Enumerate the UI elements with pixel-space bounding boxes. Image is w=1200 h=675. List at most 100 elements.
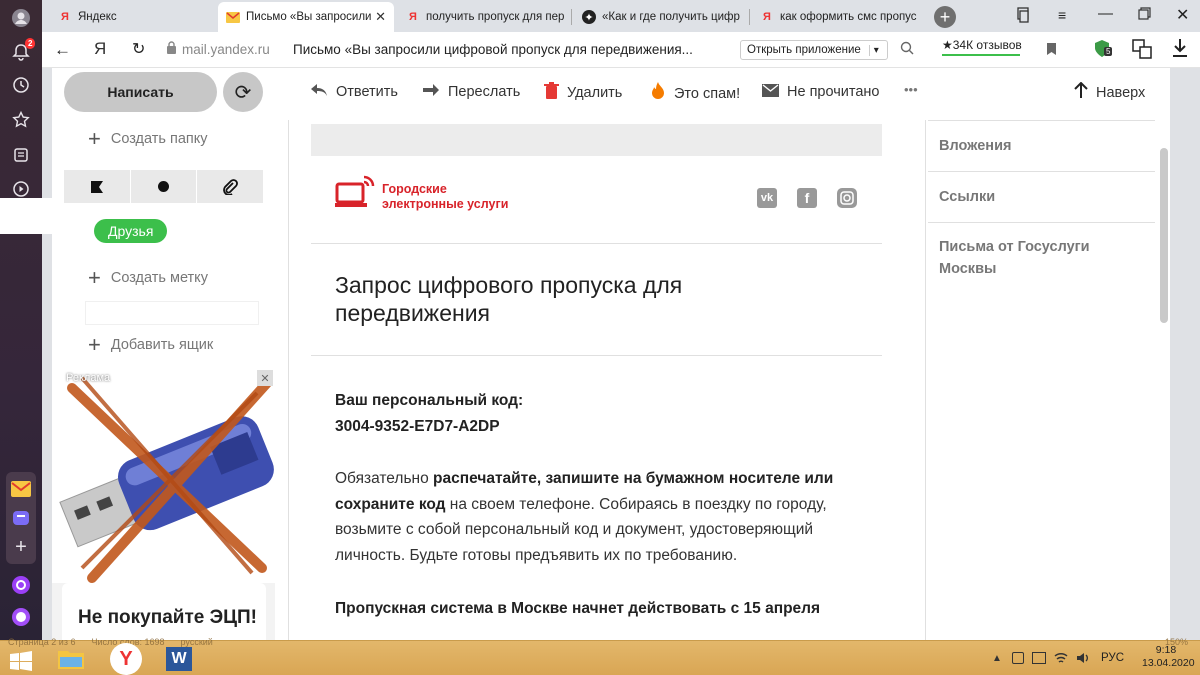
star-icon[interactable] xyxy=(9,108,33,132)
attachment-filter-button[interactable] xyxy=(197,170,263,203)
tab-label: получить пропуск для пер xyxy=(426,11,565,23)
dot-icon xyxy=(158,181,169,192)
unread-filter-button[interactable] xyxy=(131,170,198,203)
attachments-link[interactable]: Вложения xyxy=(939,135,1011,157)
envelope-icon xyxy=(762,82,779,102)
links-link[interactable]: Ссылки xyxy=(939,186,995,208)
new-tab-icon[interactable]: + xyxy=(934,6,956,28)
arrow-up-icon xyxy=(1074,81,1088,103)
sender-letters-link[interactable]: Письма от Госуслуги Москвы xyxy=(939,236,1129,280)
restore-icon[interactable] xyxy=(1138,7,1151,23)
ad-block[interactable]: Реклама ✕ Не покупайте ЭЦП! xyxy=(52,368,275,640)
network-icon[interactable] xyxy=(1032,652,1046,664)
tab-search-2[interactable]: Я как оформить смс пропус xyxy=(752,2,924,32)
yandex-favicon: Я xyxy=(61,11,69,23)
download-icon[interactable] xyxy=(1172,38,1188,61)
code-value[interactable]: 3004-9352-E7D7-A2DP xyxy=(335,414,500,440)
tab-label: Яндекс xyxy=(78,11,117,23)
clock[interactable]: 9:18 13.04.2020 xyxy=(1142,644,1195,670)
add-app-icon[interactable]: + xyxy=(9,535,33,559)
word-icon[interactable]: W xyxy=(166,647,192,671)
tab-manager-icon[interactable] xyxy=(1016,7,1030,26)
spam-button[interactable]: Это спам! xyxy=(650,82,740,105)
reviews-rating-bar xyxy=(942,54,1020,56)
divider xyxy=(311,355,882,356)
delete-button[interactable]: Удалить xyxy=(544,82,622,104)
more-actions-button[interactable]: ••• xyxy=(904,82,918,97)
tab-yandex[interactable]: Я Яндекс xyxy=(50,2,218,32)
forward-label: Переслать xyxy=(448,84,521,100)
tab-strip: Я Яндекс Письмо «Вы запросили ✕ Я получи… xyxy=(42,0,1200,32)
create-label-link[interactable]: + Создать метку xyxy=(88,265,208,291)
brand-name: Городские электронные услуги xyxy=(382,182,509,211)
keyboard-language[interactable]: РУС xyxy=(1101,652,1124,664)
search-zoom-icon[interactable] xyxy=(900,41,914,58)
brand-logo-icon xyxy=(335,175,375,216)
file-explorer-icon[interactable] xyxy=(58,647,84,672)
protect-extension-icon[interactable]: 5 xyxy=(1094,39,1116,62)
open-app-button[interactable]: Открыть приложение ▾ xyxy=(740,40,888,60)
page-title[interactable]: Письмо «Вы запросили цифровой пропуск дл… xyxy=(293,42,693,57)
tray-app-icon[interactable] xyxy=(1012,652,1024,664)
delete-label: Удалить xyxy=(567,85,623,101)
reply-button[interactable]: Ответить xyxy=(310,82,398,102)
bell-icon[interactable]: 2 xyxy=(9,38,36,64)
mark-unread-button[interactable]: Не прочитано xyxy=(762,82,880,102)
reviews-badge[interactable]: ★34К отзывов xyxy=(942,38,1022,52)
tab-mail-active[interactable]: Письмо «Вы запросили ✕ xyxy=(218,2,394,32)
create-folder-link[interactable]: + Создать папку xyxy=(88,126,208,152)
reply-label: Ответить xyxy=(336,84,398,100)
label-friends[interactable]: Друзья xyxy=(94,219,168,243)
translate-extension-icon[interactable] xyxy=(1132,39,1152,62)
url-domain[interactable]: mail.yandex.ru xyxy=(182,42,270,57)
flag-filter-button[interactable] xyxy=(64,170,131,203)
minimize-icon[interactable]: — xyxy=(1098,5,1113,22)
fire-icon xyxy=(650,82,666,105)
divider xyxy=(928,222,1155,223)
alice-icon[interactable] xyxy=(9,573,33,597)
reload-icon[interactable]: ↻ xyxy=(132,39,145,59)
add-mailbox-link[interactable]: + Добавить ящик xyxy=(88,332,213,358)
tray-expand-icon[interactable]: ▲ xyxy=(992,653,1002,664)
yandex-home-icon[interactable]: Я xyxy=(94,39,106,59)
forward-icon xyxy=(422,82,440,102)
wifi-icon[interactable] xyxy=(1054,651,1068,668)
bookmark-icon[interactable] xyxy=(1046,42,1057,59)
messenger-app-icon[interactable] xyxy=(9,506,33,530)
compose-button[interactable]: Написать xyxy=(64,72,217,112)
open-app-label: Открыть приложение xyxy=(747,44,861,56)
scrollbar[interactable] xyxy=(1160,148,1168,323)
chevron-down-icon[interactable]: ▾ xyxy=(868,44,879,56)
mail-app-icon[interactable] xyxy=(9,477,33,501)
yandex-browser-icon[interactable]: Y xyxy=(110,643,142,675)
volume-icon[interactable] xyxy=(1076,651,1090,668)
reply-icon xyxy=(310,82,328,102)
alice-voice-icon[interactable] xyxy=(9,605,33,629)
flag-icon xyxy=(90,180,103,193)
tab-search-1[interactable]: Я получить пропуск для пер xyxy=(398,2,568,32)
collections-icon[interactable] xyxy=(9,143,33,167)
menu-icon[interactable]: ≡ xyxy=(1058,7,1066,23)
history-icon[interactable] xyxy=(9,73,33,97)
close-ad-icon[interactable]: ✕ xyxy=(257,370,273,386)
message-header-strip xyxy=(311,124,882,156)
back-icon[interactable]: ← xyxy=(54,40,71,60)
scroll-top-button[interactable]: Наверх xyxy=(1074,81,1145,103)
windows-start-icon[interactable] xyxy=(10,651,32,674)
forward-button[interactable]: Переслать xyxy=(422,82,520,102)
refresh-button[interactable]: ⟳ xyxy=(223,72,263,112)
clock-date: 13.04.2020 xyxy=(1142,657,1195,669)
close-tab-icon[interactable]: ✕ xyxy=(375,9,386,25)
usb-token-image xyxy=(52,368,275,583)
mail-favicon xyxy=(226,10,240,24)
vk-icon[interactable]: vk xyxy=(757,188,777,208)
tab-article[interactable]: «Как и где получить цифр xyxy=(574,2,746,32)
blank-field xyxy=(85,301,259,325)
taskbar: Страница 2 из 6 Число слов: 1698 русский… xyxy=(0,637,1200,675)
profile-icon[interactable] xyxy=(9,6,33,30)
ad-tag: Реклама xyxy=(66,372,111,384)
facebook-icon[interactable]: f xyxy=(797,188,817,208)
close-window-icon[interactable]: ✕ xyxy=(1176,5,1189,25)
address-bar-row: ← Я ↻ mail.yandex.ru Письмо «Вы запросил… xyxy=(42,32,1200,68)
instagram-icon[interactable] xyxy=(837,188,857,208)
